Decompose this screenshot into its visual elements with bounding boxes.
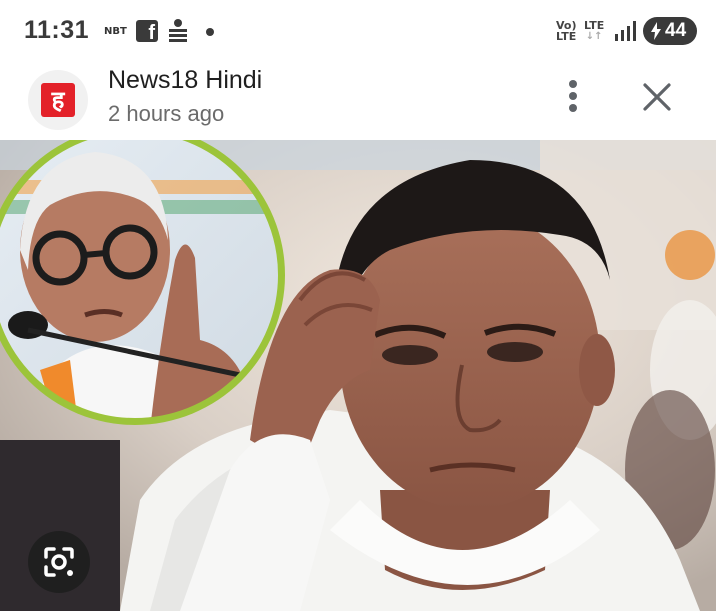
- more-vertical-icon: [569, 80, 577, 112]
- more-options-button[interactable]: [553, 76, 593, 120]
- signal-icon: [615, 21, 636, 41]
- source-header: ह News18 Hindi 2 hours ago: [0, 62, 716, 140]
- battery-charging-icon: [651, 22, 661, 40]
- lte-label: LTE: [584, 19, 605, 32]
- data-arrows-icon: ↓↑: [585, 31, 603, 42]
- source-name: News18 Hindi: [108, 66, 263, 94]
- article-image[interactable]: [0, 140, 716, 611]
- news18-logo-icon: ह: [41, 83, 75, 117]
- screen: 11:31 NBT Vo) LTE LTE ↓↑ 44: [0, 0, 716, 611]
- lte-icon: LTE ↓↑: [584, 20, 604, 42]
- nbt-icon: NBT: [104, 26, 127, 37]
- bhaskar-icon: [169, 19, 187, 42]
- volte-label-bottom: LTE: [556, 30, 577, 43]
- notification-dot-icon: [206, 28, 214, 36]
- article-photo: [0, 140, 716, 611]
- volte-icon: Vo) LTE: [556, 20, 577, 42]
- battery-indicator: 44: [643, 17, 697, 45]
- google-lens-button[interactable]: [28, 531, 90, 593]
- facebook-icon: [136, 20, 158, 45]
- source-logo[interactable]: ह: [28, 70, 88, 130]
- google-lens-icon: [44, 547, 74, 577]
- status-time: 11:31: [24, 16, 90, 44]
- battery-level: 44: [665, 20, 687, 41]
- status-bar: 11:31 NBT Vo) LTE LTE ↓↑ 44: [0, 0, 716, 62]
- post-time: 2 hours ago: [108, 101, 225, 126]
- close-icon: [643, 83, 671, 111]
- close-button[interactable]: [632, 76, 682, 120]
